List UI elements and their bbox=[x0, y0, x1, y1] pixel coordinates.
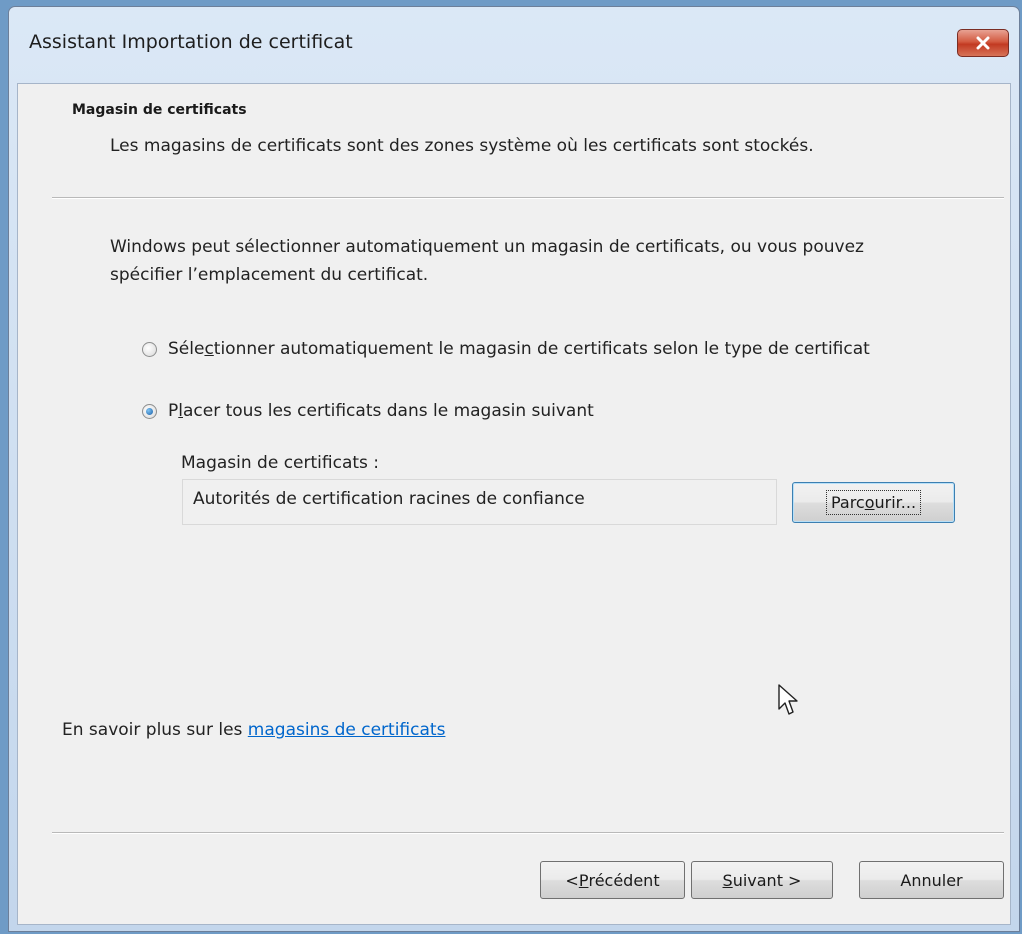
back-button[interactable]: < Précédent bbox=[540, 861, 685, 899]
radio-button-auto[interactable] bbox=[142, 341, 157, 357]
dialog-window: Assistant Importation de certificat Maga… bbox=[8, 6, 1020, 932]
close-button[interactable] bbox=[957, 29, 1009, 57]
browse-label: Parcourir... bbox=[825, 490, 922, 515]
radio-auto-select[interactable]: Sélectionner automatiquement le magasin … bbox=[142, 339, 870, 359]
browse-button[interactable]: Parcourir... bbox=[792, 482, 955, 523]
dialog-content: Magasin de certificats Les magasins de c… bbox=[17, 83, 1011, 925]
page-description: Les magasins de certificats sont des zon… bbox=[110, 136, 814, 156]
header-divider bbox=[52, 197, 1004, 199]
footer-divider bbox=[52, 832, 1004, 834]
learn-more-link[interactable]: magasins de certificats bbox=[248, 720, 446, 740]
next-button[interactable]: Suivant > bbox=[691, 861, 833, 899]
mouse-pointer-icon bbox=[778, 684, 798, 715]
page-title: Magasin de certificats bbox=[72, 102, 247, 118]
cancel-button[interactable]: Annuler bbox=[859, 861, 1004, 899]
radio-manual-label[interactable]: Placer tous les certificats dans le maga… bbox=[168, 401, 594, 421]
store-field: Autorités de certification racines de co… bbox=[182, 479, 777, 525]
info-text: En savoir plus sur les magasins de certi… bbox=[62, 720, 446, 740]
radio-auto-label[interactable]: Sélectionner automatiquement le magasin … bbox=[168, 339, 870, 359]
intro-text: Windows peut sélectionner automatiquemen… bbox=[110, 237, 864, 285]
window-title: Assistant Importation de certificat bbox=[29, 31, 353, 53]
radio-manual-place[interactable]: Placer tous les certificats dans le maga… bbox=[142, 401, 594, 421]
store-label: Magasin de certificats : bbox=[181, 453, 380, 473]
title-bar[interactable]: Assistant Importation de certificat bbox=[9, 7, 1019, 83]
close-icon bbox=[976, 36, 990, 50]
radio-button-manual[interactable] bbox=[142, 403, 157, 419]
